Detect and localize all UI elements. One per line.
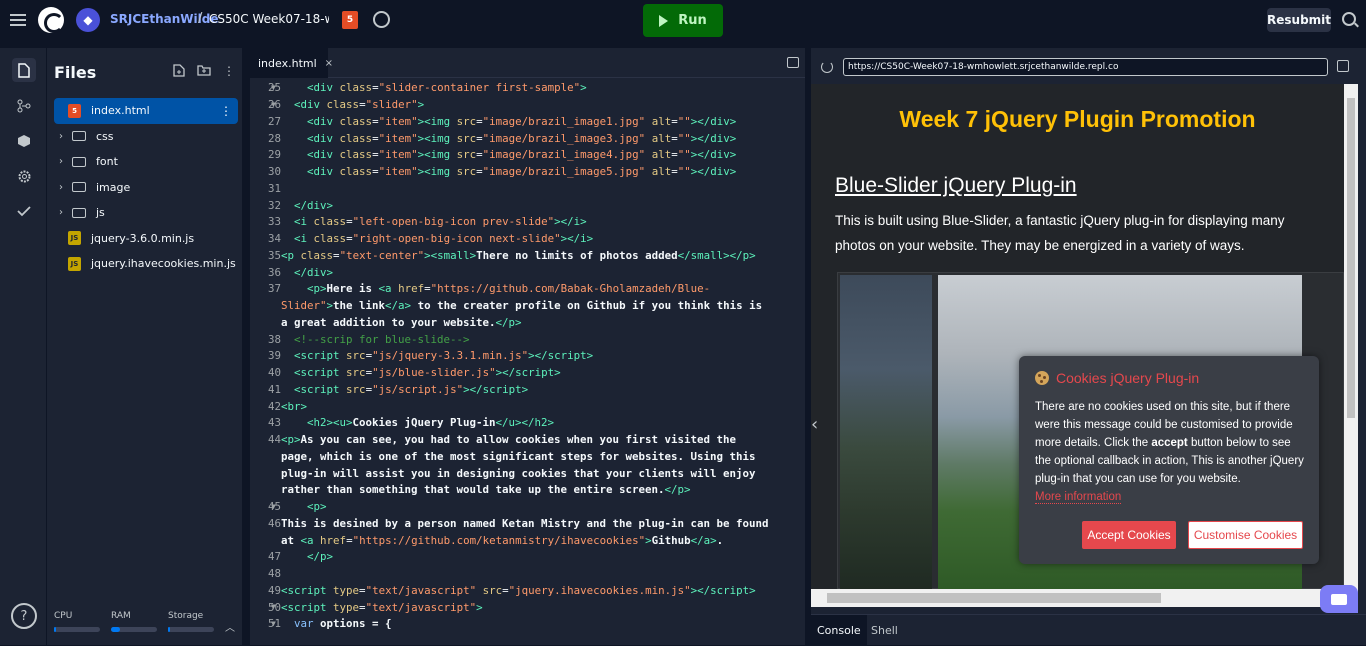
cookie-dialog-title: Cookies jQuery Plug-in — [1035, 370, 1199, 386]
cpu-label: CPU — [54, 611, 73, 621]
webview-horizontal-scrollbar[interactable] — [811, 589, 1358, 607]
webview-content: Week 7 jQuery Plugin Promotion Blue-Slid… — [811, 84, 1344, 589]
tab-label: index.html — [258, 56, 317, 70]
history-icon[interactable] — [373, 11, 390, 28]
ram-label: RAM — [111, 611, 131, 621]
console-tab-bar: Console Shell — [811, 614, 1366, 646]
search-icon[interactable] — [1342, 12, 1356, 26]
top-bar: ◆ SRJCEthanWilde / CS50C Week07-18-w... … — [0, 0, 1366, 40]
chat-glyph — [1331, 593, 1347, 605]
play-icon — [659, 14, 669, 27]
ram-meter-fill — [111, 627, 121, 632]
new-folder-icon[interactable] — [197, 64, 211, 80]
file-item-jquery[interactable]: JS jquery-3.6.0.min.js — [54, 226, 238, 252]
folder-name: js — [96, 206, 105, 220]
close-icon[interactable]: × — [325, 58, 333, 69]
resubmit-button[interactable]: Resubmit — [1267, 8, 1331, 32]
file-name: index.html — [91, 104, 150, 118]
files-actions: ⋮ — [173, 64, 235, 80]
help-icon[interactable]: ? — [11, 603, 37, 629]
chevron-right-icon: › — [59, 156, 63, 168]
run-button[interactable]: Run — [643, 4, 723, 37]
slider-subheading: Blue-Slider jQuery Plug-in — [835, 174, 1077, 197]
files-panel: Files ⋮ 5 index.html ⋮ › css › font › im… — [46, 48, 242, 645]
more-options-icon[interactable]: ⋮ — [223, 64, 235, 80]
storage-meter — [168, 627, 214, 632]
webview-vertical-scrollbar[interactable] — [1344, 84, 1358, 589]
settings-gear-icon[interactable] — [12, 164, 36, 188]
cookie-icon — [1035, 371, 1049, 385]
repl-name[interactable]: CS50C Week07-18-w... — [209, 12, 329, 26]
run-label: Run — [678, 13, 707, 28]
webview-url-bar: https://CS50C-Week07-18-wmhowlett.srjcet… — [811, 48, 1366, 84]
page-heading: Week 7 jQuery Plugin Promotion — [899, 106, 1256, 132]
files-tool-icon[interactable] — [12, 58, 36, 82]
cpu-meter-fill — [54, 627, 57, 632]
cookie-title-text: Cookies jQuery Plug-in — [1056, 370, 1200, 386]
team-avatar-icon[interactable]: ◆ — [76, 8, 100, 32]
cookie-accept-word: accept — [1151, 437, 1188, 449]
folder-name: css — [96, 129, 114, 143]
folder-name: image — [96, 180, 131, 194]
cpu-meter — [54, 627, 100, 632]
webview-pane: https://CS50C-Week07-18-wmhowlett.srjcet… — [811, 48, 1366, 646]
folder-icon — [72, 207, 86, 218]
tab-console[interactable]: Console — [811, 615, 867, 646]
git-icon[interactable] — [12, 94, 36, 118]
accept-cookies-button[interactable]: Accept Cookies — [1082, 521, 1176, 549]
chevron-right-icon: › — [59, 207, 63, 219]
chevron-up-icon[interactable]: ︿ — [225, 619, 235, 634]
tool-rail: ? — [0, 48, 46, 645]
slider-description: This is built using Blue-Slider, a fanta… — [835, 213, 1285, 253]
html-file-icon: 5 — [68, 103, 81, 118]
replit-logo-icon[interactable] — [38, 7, 64, 33]
js-file-icon: JS — [68, 256, 81, 271]
file-tree: 5 index.html ⋮ › css › font › image › js… — [54, 98, 238, 277]
tab-index-html[interactable]: index.html × — [250, 48, 333, 78]
more-information-link[interactable]: More information — [1035, 491, 1122, 504]
folder-icon — [72, 182, 86, 193]
cookie-dialog-message: There are no cookies used on this site, … — [1035, 398, 1309, 506]
files-title: Files — [54, 63, 97, 82]
tab-shell[interactable]: Shell — [865, 615, 904, 646]
prev-slide-arrow-icon[interactable]: ‹ — [811, 414, 818, 435]
code-editor-pane: index.html × 25 ▼ <div class="slider-cont… — [250, 48, 1052, 645]
chevron-right-icon: › — [59, 130, 63, 142]
folder-item-font[interactable]: › font — [54, 149, 238, 175]
cookie-consent-dialog: Cookies jQuery Plug-in There are no cook… — [1019, 356, 1319, 564]
folder-item-image[interactable]: › image — [54, 175, 238, 201]
storage-meter-fill — [168, 627, 171, 632]
file-menu-icon[interactable]: ⋮ — [220, 104, 232, 118]
folder-item-css[interactable]: › css — [54, 124, 238, 150]
layout-icon[interactable] — [787, 57, 799, 68]
open-in-new-tab-icon[interactable] — [1337, 60, 1349, 72]
reload-icon[interactable] — [821, 61, 833, 73]
file-name: jquery.ihavecookies.min.js — [91, 257, 236, 271]
storage-label: Storage — [168, 611, 204, 621]
breadcrumb-separator: / — [198, 11, 203, 26]
folder-item-js[interactable]: › js — [54, 200, 238, 226]
editor-tab-bar: index.html × — [250, 48, 805, 78]
ram-meter — [111, 627, 157, 632]
chevron-right-icon: › — [59, 181, 63, 193]
js-file-icon: JS — [68, 231, 81, 246]
chat-bubble-icon[interactable] — [1320, 585, 1358, 613]
customise-cookies-button[interactable]: Customise Cookies — [1188, 521, 1303, 549]
checkmark-icon[interactable] — [12, 199, 36, 223]
scrollbar-thumb[interactable] — [827, 593, 1161, 603]
url-field[interactable]: https://CS50C-Week07-18-wmhowlett.srjcet… — [843, 58, 1328, 76]
html5-icon[interactable]: 5 — [342, 11, 358, 29]
scrollbar-thumb[interactable] — [1347, 98, 1355, 418]
folder-icon — [72, 131, 86, 142]
file-item-index-html[interactable]: 5 index.html ⋮ — [54, 98, 238, 124]
code-area[interactable]: 25 ▼ <div class="slider-container first-s… — [250, 79, 805, 645]
slide-image-previous — [840, 275, 932, 589]
new-file-icon[interactable] — [173, 64, 185, 80]
folder-icon — [72, 156, 86, 167]
menu-icon[interactable] — [10, 12, 26, 28]
folder-name: font — [96, 155, 118, 169]
packages-icon[interactable] — [12, 129, 36, 153]
file-item-ihavecookies[interactable]: JS jquery.ihavecookies.min.js — [54, 251, 238, 277]
file-name: jquery-3.6.0.min.js — [91, 231, 195, 245]
